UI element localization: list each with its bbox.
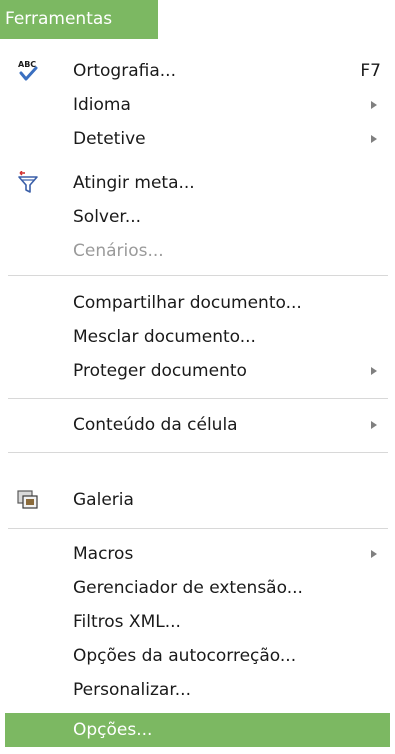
goal-seek-funnel-icon [16, 170, 40, 195]
menu-item-label: Mesclar documento... [73, 327, 256, 347]
menu-item-label: Proteger documento [73, 361, 247, 381]
menu-item-label: Filtros XML... [73, 612, 181, 632]
menu-item-label: Conteúdo da célula [73, 415, 238, 435]
menu-item-cenarios: Cenários... [0, 234, 395, 268]
menu-item-atingir-meta[interactable]: Atingir meta... [0, 166, 395, 200]
submenu-arrow-icon [371, 421, 377, 429]
tools-dropdown-menu: ABC Ortografia... F7 Idioma Detetive Ati… [0, 48, 395, 754]
menu-item-solver[interactable]: Solver... [0, 200, 395, 234]
menu-item-macros[interactable]: Macros [0, 537, 395, 571]
menu-item-label: Personalizar... [73, 680, 191, 700]
menu-item-proteger-documento[interactable]: Proteger documento [0, 354, 395, 388]
menu-item-label: Gerenciador de extensão... [73, 578, 303, 598]
menu-item-label: Ortografia... [73, 61, 176, 81]
spellcheck-icon: ABC [16, 59, 40, 83]
menu-item-ortografia[interactable]: ABC Ortografia... F7 [0, 54, 395, 88]
spreadsheet-tools-menu-screen: Ferramentas ABC Ortografia... F7 Idioma … [0, 0, 395, 754]
menu-item-gerenciador-de-extensao[interactable]: Gerenciador de extensão... [0, 571, 395, 605]
menu-item-idioma[interactable]: Idioma [0, 88, 395, 122]
menu-item-label: Galeria [73, 490, 134, 510]
menu-item-galeria[interactable]: Galeria [0, 483, 395, 517]
submenu-arrow-icon [371, 135, 377, 143]
menu-item-personalizar[interactable]: Personalizar... [0, 673, 395, 707]
submenu-arrow-icon [371, 367, 377, 375]
menu-item-label: Opções... [73, 720, 153, 740]
menu-item-label: Cenários... [73, 241, 164, 261]
menu-item-filtros-xml[interactable]: Filtros XML... [0, 605, 395, 639]
menu-item-label: Compartilhar documento... [73, 293, 302, 313]
menu-separator [8, 452, 388, 453]
menu-title-ferramentas[interactable]: Ferramentas [0, 0, 158, 39]
menu-separator [8, 528, 388, 529]
menu-item-label: Atingir meta... [73, 173, 195, 193]
menu-item-conteudo-da-celula[interactable]: Conteúdo da célula [0, 408, 395, 442]
menu-item-shortcut: F7 [360, 61, 381, 81]
gallery-icon [16, 488, 40, 512]
menu-item-opcoes[interactable]: Opções... [5, 713, 390, 747]
submenu-arrow-icon [371, 550, 377, 558]
menu-item-label: Detetive [73, 129, 146, 149]
menu-item-label: Idioma [73, 95, 131, 115]
menu-item-label: Solver... [73, 207, 142, 227]
menu-separator [8, 275, 388, 276]
menu-item-label: Opções da autocorreção... [73, 646, 297, 666]
submenu-arrow-icon [371, 101, 377, 109]
menu-item-opcoes-da-autocorrecao[interactable]: Opções da autocorreção... [0, 639, 395, 673]
menu-item-detetive[interactable]: Detetive [0, 122, 395, 156]
svg-text:ABC: ABC [18, 60, 36, 69]
menu-item-mesclar-documento[interactable]: Mesclar documento... [0, 320, 395, 354]
menu-separator [8, 398, 388, 399]
menu-item-label: Macros [73, 544, 134, 564]
menu-item-compartilhar-documento[interactable]: Compartilhar documento... [0, 286, 395, 320]
